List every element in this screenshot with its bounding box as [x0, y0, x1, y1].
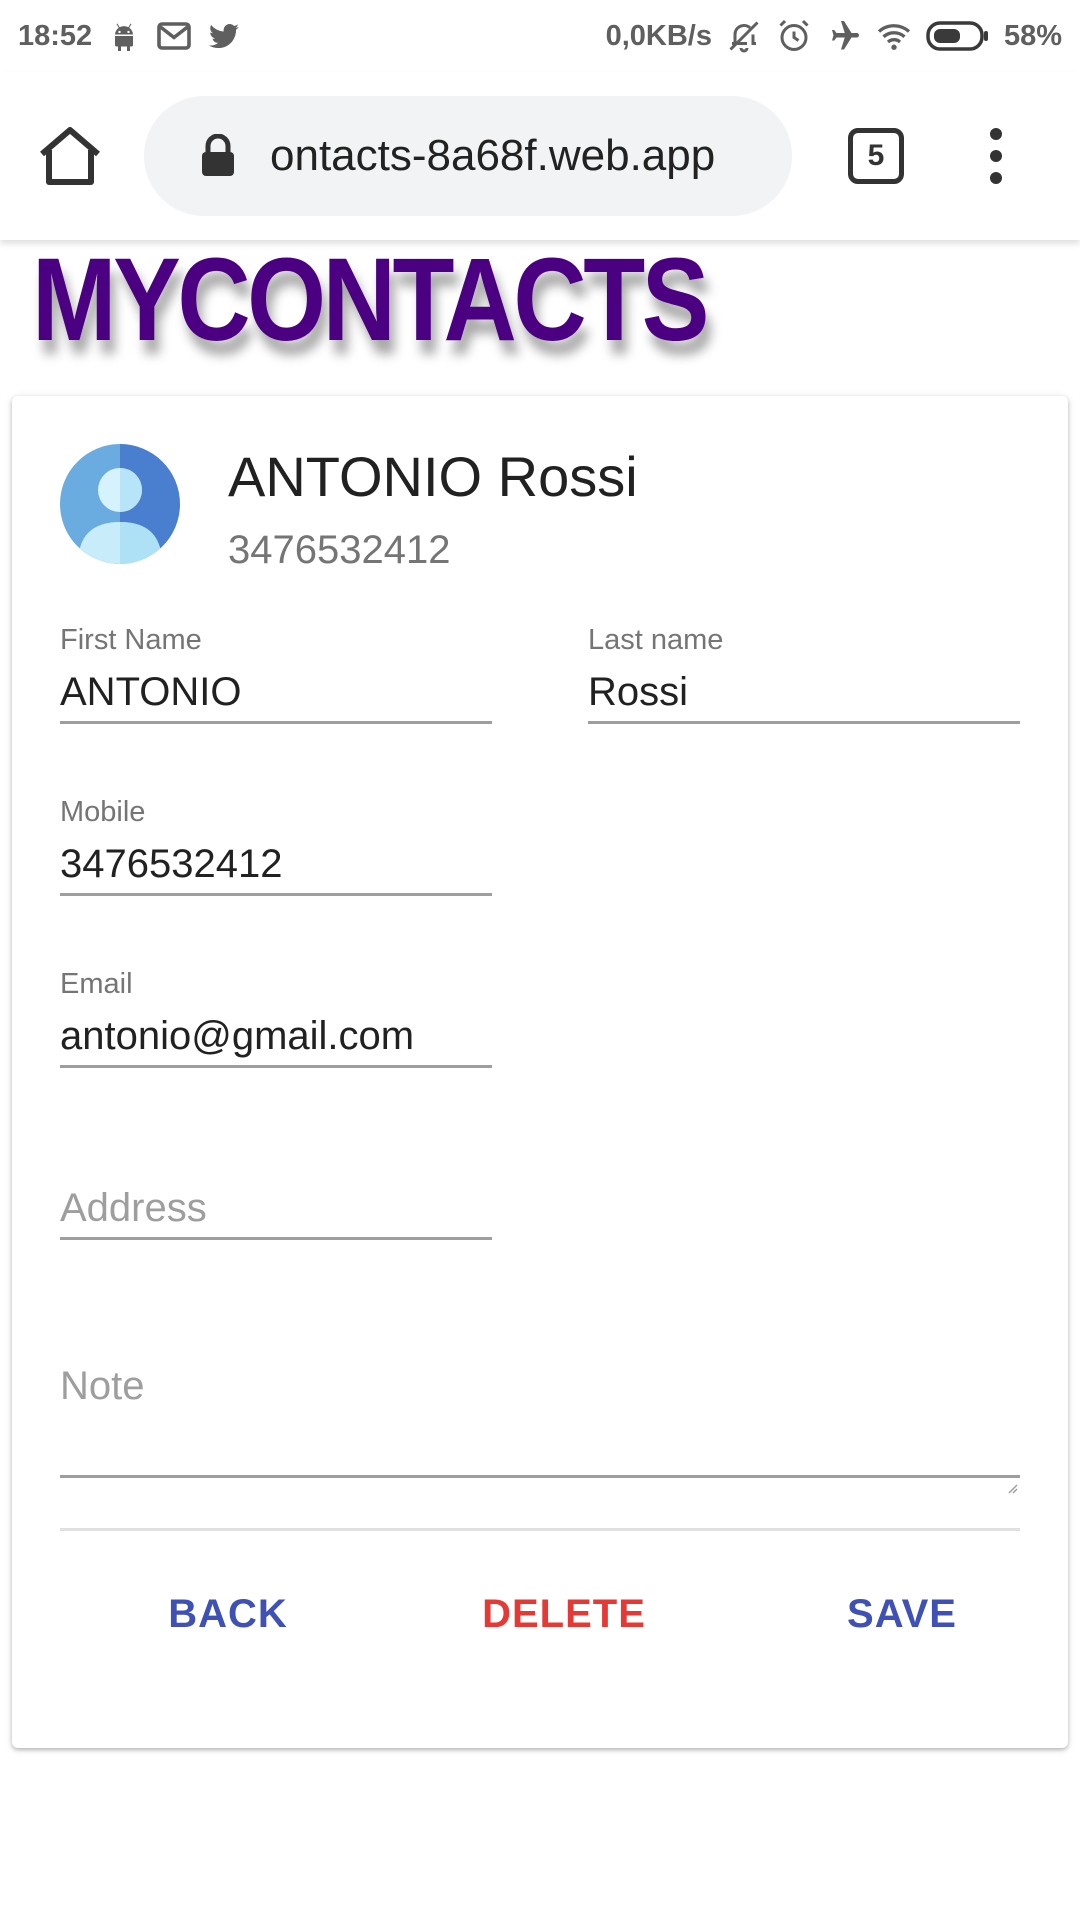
android-icon — [106, 18, 142, 54]
avatar — [60, 444, 180, 564]
address-bar[interactable]: ontacts-8a68f.web.app — [144, 96, 792, 216]
note-textarea[interactable]: Note — [60, 1356, 1020, 1494]
airplane-icon — [826, 18, 862, 54]
email-field[interactable]: Email antonio@gmail.com — [60, 968, 492, 1068]
mobile-input[interactable]: 3476532412 — [60, 832, 492, 896]
contact-phone: 3476532412 — [228, 528, 451, 572]
address-input[interactable]: Address — [60, 1176, 492, 1240]
contact-name: ANTONIO Rossi — [228, 445, 638, 508]
gmail-icon — [156, 18, 192, 54]
first-name-input[interactable]: ANTONIO — [60, 660, 492, 724]
home-icon[interactable] — [36, 124, 104, 188]
email-label: Email — [60, 968, 133, 1000]
wifi-icon — [876, 18, 912, 54]
card-actions: BACK DELETE SAVE — [60, 1582, 1020, 1646]
tab-switcher-button[interactable]: 5 — [848, 128, 904, 184]
contact-card: ANTONIO Rossi 3476532412 First Name ANTO… — [12, 396, 1068, 1748]
last-name-input[interactable]: Rossi — [588, 660, 1020, 724]
address-field[interactable]: Address — [60, 1176, 492, 1240]
last-name-label: Last name — [588, 624, 724, 656]
url-text[interactable]: ontacts-8a68f.web.app — [270, 96, 780, 216]
app-title: MYCONTACTS — [32, 234, 709, 366]
clock: 18:52 — [18, 19, 93, 52]
status-bar-right: 0,0KB/s 58% — [606, 18, 1062, 54]
back-button[interactable]: BACK — [128, 1582, 328, 1646]
note-placeholder: Note — [60, 1364, 145, 1408]
first-name-field[interactable]: First Name ANTONIO — [60, 624, 492, 724]
more-options-icon[interactable] — [976, 126, 1016, 186]
first-name-label: First Name — [60, 624, 202, 656]
browser-toolbar: ontacts-8a68f.web.app 5 — [0, 72, 1080, 240]
divider — [60, 1528, 1020, 1531]
mute-icon — [726, 18, 762, 54]
save-button[interactable]: SAVE — [802, 1582, 1002, 1646]
battery-icon — [926, 20, 990, 52]
note-field[interactable]: Note — [60, 1356, 1020, 1494]
resize-handle-icon[interactable] — [1006, 1459, 1018, 1494]
lock-icon — [198, 133, 238, 178]
battery-percent: 58% — [1003, 19, 1062, 52]
alarm-icon — [776, 18, 812, 54]
status-bar-left: 18:52 — [18, 18, 242, 54]
mobile-field[interactable]: Mobile 3476532412 — [60, 796, 492, 896]
twitter-icon — [206, 18, 242, 54]
mobile-label: Mobile — [60, 796, 146, 828]
delete-button[interactable]: DELETE — [464, 1582, 664, 1646]
email-input[interactable]: antonio@gmail.com — [60, 1004, 492, 1068]
last-name-field[interactable]: Last name Rossi — [588, 624, 1020, 724]
network-speed: 0,0KB/s — [605, 19, 712, 52]
status-bar: 18:52 0,0KB/s 58% — [0, 0, 1080, 72]
